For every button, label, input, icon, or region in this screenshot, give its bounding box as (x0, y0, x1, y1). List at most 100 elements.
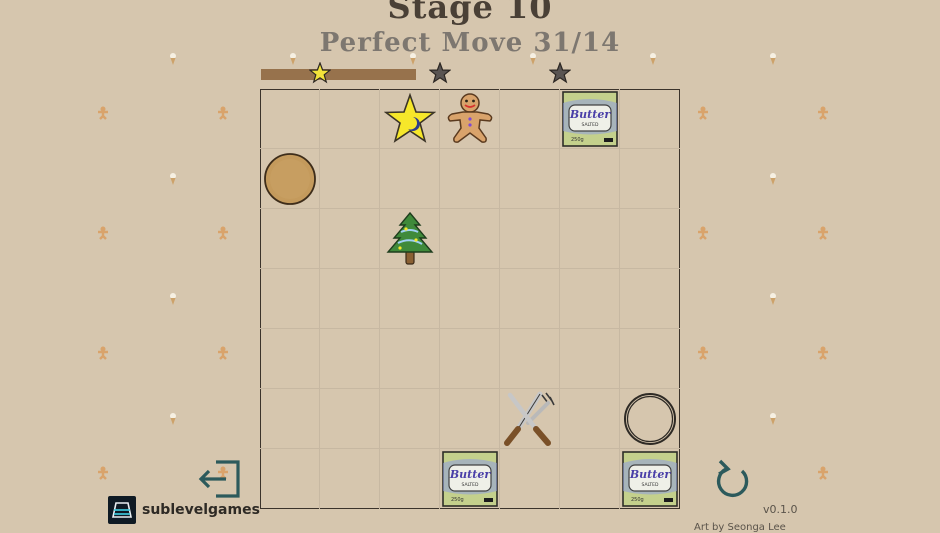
gingerbread-pattern-icon (216, 345, 230, 360)
svg-text:Butter: Butter (568, 108, 610, 121)
svg-text:SALTED: SALTED (461, 482, 478, 488)
gingerbread-man-piece[interactable] (440, 89, 500, 149)
christmas-tree-icon (385, 211, 434, 265)
ice-cream-pattern-icon (166, 171, 180, 185)
board-cell[interactable] (560, 448, 620, 509)
board-cell[interactable] (439, 328, 500, 389)
gingerbread-pattern-icon (696, 105, 710, 120)
gingerbread-pattern-icon (96, 465, 110, 480)
ice-cream-pattern-icon (166, 51, 180, 65)
star-3-icon (548, 61, 572, 84)
board-cell[interactable] (619, 149, 680, 209)
board-cell[interactable] (439, 208, 500, 269)
ice-cream-pattern-icon (286, 51, 300, 65)
star-icon (383, 92, 436, 143)
svg-text:250g: 250g (631, 497, 644, 503)
ice-cream-pattern-icon (766, 411, 780, 425)
board-cell[interactable] (319, 268, 380, 329)
butter-icon: ButterSALTED 250g (441, 450, 498, 507)
board-cell[interactable] (619, 89, 680, 149)
game-board[interactable]: Butter SALTED 250g Butter SALTED 250g Butter SA… (259, 88, 680, 509)
board-cell[interactable] (559, 388, 620, 449)
stage-title: Stage 10 (387, 0, 553, 26)
board-cell[interactable] (499, 268, 560, 329)
gingerbread-pattern-icon (696, 345, 710, 360)
brand-footer[interactable]: sublevelgames (108, 496, 260, 524)
board-cell[interactable] (559, 208, 620, 269)
board-cell[interactable] (500, 448, 560, 509)
board-cell[interactable] (259, 328, 320, 389)
star-2-icon (428, 61, 452, 84)
exit-button[interactable] (198, 458, 242, 500)
logo-icon (112, 502, 132, 518)
butter-piece[interactable]: Butter SALTED 250g (620, 449, 680, 509)
ice-cream-pattern-icon (766, 51, 780, 65)
exit-icon (198, 460, 240, 498)
board-cell[interactable] (379, 148, 440, 209)
svg-text:250g: 250g (571, 137, 584, 143)
perfect-move-counter: Perfect Move 31/14 (319, 28, 621, 58)
board-cell[interactable] (259, 208, 320, 269)
board-cell[interactable] (439, 388, 500, 449)
plate-piece[interactable] (620, 389, 680, 449)
board-cell[interactable] (499, 88, 560, 149)
fork-knife-piece[interactable] (500, 389, 560, 449)
butter-piece[interactable]: Butter SALTED 250g (440, 449, 500, 509)
board-cell[interactable] (260, 448, 320, 509)
board-cell[interactable] (559, 148, 620, 209)
svg-text:SALTED: SALTED (581, 122, 598, 128)
ice-cream-pattern-icon (166, 411, 180, 425)
board-cell[interactable] (319, 328, 380, 389)
ice-cream-pattern-icon (526, 51, 540, 65)
ice-cream-pattern-icon (766, 291, 780, 305)
board-cell[interactable] (379, 268, 440, 329)
fork-knife-icon (503, 391, 555, 446)
board-cell[interactable] (559, 328, 620, 389)
board-cell[interactable] (439, 268, 500, 329)
cookie-piece[interactable] (260, 149, 320, 209)
board-cell[interactable] (319, 388, 380, 449)
board-cell[interactable] (259, 388, 320, 449)
gingerbread-pattern-icon (816, 465, 830, 480)
art-credit: Art by Seonga Lee (694, 522, 786, 533)
butter-piece[interactable]: Butter SALTED 250g (560, 89, 620, 149)
version-label: v0.1.0 (763, 503, 798, 516)
board-cell[interactable] (619, 269, 680, 329)
board-cell[interactable] (439, 148, 500, 209)
restart-button[interactable] (712, 459, 752, 501)
board-cell[interactable] (619, 329, 680, 389)
ice-cream-pattern-icon (646, 51, 660, 65)
board-cell[interactable] (559, 268, 620, 329)
gingerbread-pattern-icon (216, 225, 230, 240)
star-1-icon (308, 61, 332, 84)
ice-cream-pattern-icon (166, 291, 180, 305)
board-cell[interactable] (259, 88, 320, 149)
board-cell[interactable] (319, 88, 380, 149)
gingerbread-pattern-icon (216, 105, 230, 120)
gingerbread-pattern-icon (816, 225, 830, 240)
board-cell[interactable] (319, 208, 380, 269)
board-cell[interactable] (259, 268, 320, 329)
butter-icon: ButterSALTED 250g (621, 450, 678, 507)
board-cell[interactable] (320, 448, 380, 509)
ice-cream-pattern-icon (766, 171, 780, 185)
gingerbread-man-icon (447, 92, 492, 143)
gingerbread-pattern-icon (816, 105, 830, 120)
board-cell[interactable] (499, 148, 560, 209)
board-cell[interactable] (379, 328, 440, 389)
svg-text:Butter: Butter (628, 468, 670, 481)
gingerbread-pattern-icon (96, 345, 110, 360)
board-cell[interactable] (380, 448, 440, 509)
cookie-icon (263, 152, 316, 205)
board-cell[interactable] (499, 208, 560, 269)
svg-text:Butter: Butter (448, 468, 490, 481)
christmas-tree-piece[interactable] (380, 209, 440, 269)
gingerbread-pattern-icon (816, 345, 830, 360)
svg-text:250g: 250g (451, 497, 464, 503)
board-cell[interactable] (379, 388, 440, 449)
star-piece[interactable] (380, 89, 440, 149)
board-cell[interactable] (319, 148, 380, 209)
board-cell[interactable] (499, 328, 560, 389)
sublevelgames-logo (108, 496, 136, 524)
board-cell[interactable] (619, 209, 680, 269)
